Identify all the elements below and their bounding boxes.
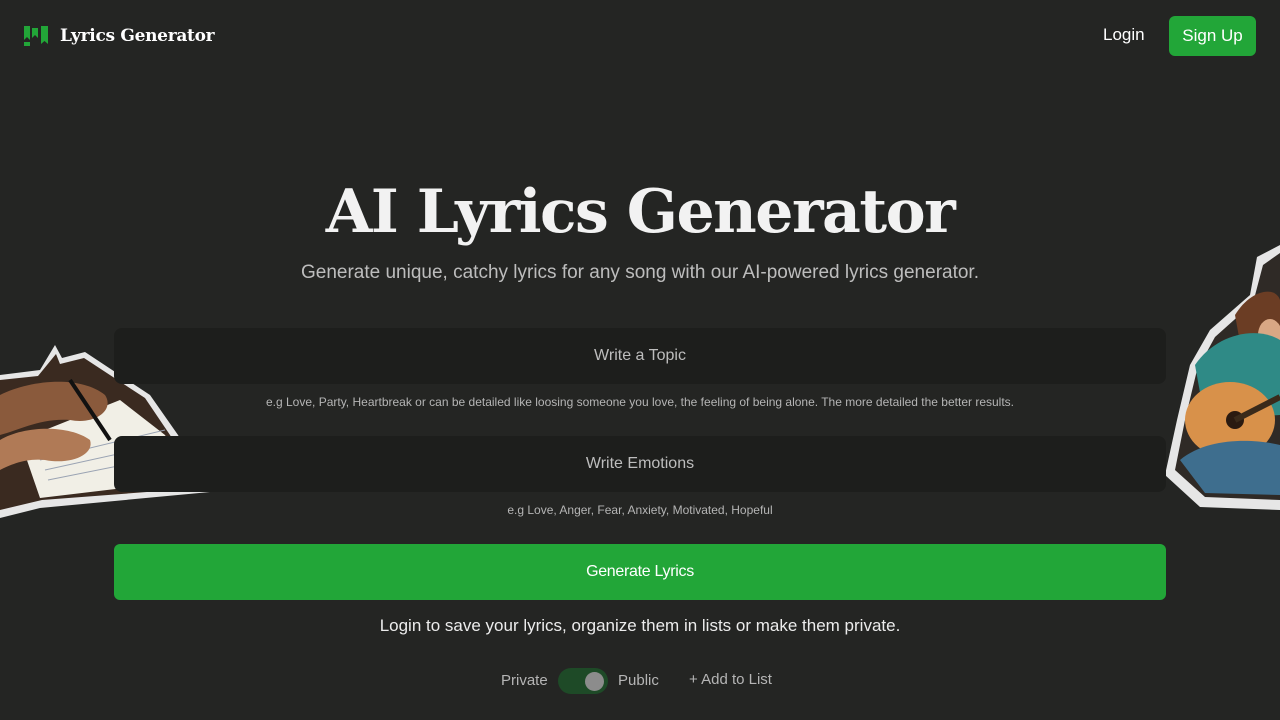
lyrics-logo-icon [24,26,48,46]
login-link[interactable]: Login [1103,25,1145,45]
header: Lyrics Generator Login Sign Up [0,0,1280,72]
login-note: Login to save your lyrics, organize them… [379,616,901,635]
woman-playing-guitar-image [1165,245,1280,510]
generate-lyrics-button[interactable]: Generate Lyrics [114,544,1166,600]
page-subtitle: Generate unique, catchy lyrics for any s… [300,262,979,283]
private-label: Private [501,672,548,689]
brand-name: Lyrics Generator [60,26,215,46]
add-to-list-button[interactable]: + Add to List [689,671,772,688]
visibility-controls: Private Public + Add to List [0,666,1280,694]
page-title: AI Lyrics Generator [325,177,956,247]
emotions-hint: e.g Love, Anger, Fear, Anxiety, Motivate… [507,503,773,517]
signup-button[interactable]: Sign Up [1169,16,1256,56]
topic-input[interactable] [114,328,1166,384]
emotions-input[interactable] [114,436,1166,492]
visibility-toggle[interactable] [558,668,608,694]
topic-hint: e.g Love, Party, Heartbreak or can be de… [265,395,1014,409]
public-label: Public [618,672,659,689]
brand-logo[interactable]: Lyrics Generator [24,26,215,46]
toggle-knob [585,672,604,691]
